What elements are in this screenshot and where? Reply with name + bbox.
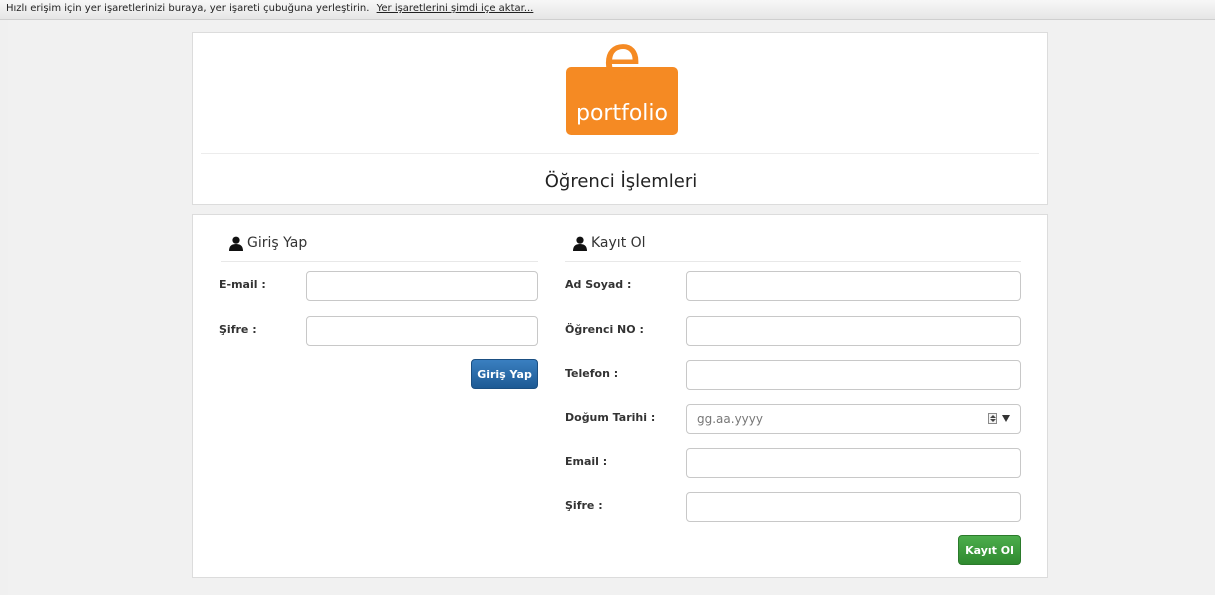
- login-button[interactable]: Giriş Yap: [471, 359, 538, 389]
- register-email-label: Email :: [565, 455, 608, 468]
- logo-letter: e: [602, 22, 642, 96]
- eportfolio-logo: e portfolio: [566, 27, 678, 135]
- login-password-label: Şifre :: [219, 323, 257, 336]
- register-birthdate-label: Doğum Tarihi :: [565, 411, 656, 424]
- user-icon: [229, 236, 243, 251]
- register-name-label: Ad Soyad :: [565, 278, 632, 291]
- login-heading: Giriş Yap: [229, 235, 307, 251]
- import-bookmarks-link[interactable]: Yer işaretlerini şimdi içe aktar...: [377, 3, 534, 14]
- header-panel: e portfolio Öğrenci İşlemleri: [192, 27, 1048, 205]
- register-email-input[interactable]: [686, 448, 1021, 478]
- birthdate-placeholder: gg.aa.yyyy: [697, 412, 763, 426]
- register-password-label: Şifre :: [565, 499, 603, 512]
- login-heading-text: Giriş Yap: [247, 235, 308, 251]
- register-heading: Kayıt Ol: [573, 235, 646, 251]
- register-password-input[interactable]: [686, 492, 1021, 522]
- page-title: Öğrenci İşlemleri: [544, 171, 698, 192]
- dropdown-arrow-icon[interactable]: [1002, 415, 1010, 422]
- spinner-icon[interactable]: [988, 413, 997, 424]
- login-email-input[interactable]: [306, 271, 538, 301]
- bookmarks-bar-message: Hızlı erişim için yer işaretlerinizi bur…: [6, 3, 370, 14]
- register-student-no-label: Öğrenci NO :: [565, 323, 644, 336]
- date-controls: [988, 413, 1010, 424]
- forms-panel: Giriş Yap E-mail : Şifre : Giriş Yap Kay…: [192, 214, 1048, 578]
- register-heading-divider: [565, 261, 1021, 262]
- user-icon: [573, 236, 587, 251]
- register-heading-text: Kayıt Ol: [591, 235, 646, 251]
- login-heading-divider: [221, 261, 538, 262]
- header-divider: [201, 153, 1039, 154]
- login-password-input[interactable]: [306, 316, 538, 346]
- register-birthdate-input[interactable]: gg.aa.yyyy: [686, 404, 1021, 434]
- bookmarks-bar: Hızlı erişim için yer işaretlerinizi bur…: [0, 0, 1215, 20]
- register-phone-input[interactable]: [686, 360, 1021, 390]
- register-student-no-input[interactable]: [686, 316, 1021, 346]
- register-phone-label: Telefon :: [565, 367, 619, 380]
- register-name-input[interactable]: [686, 271, 1021, 301]
- logo-word: portfolio: [576, 101, 668, 126]
- register-button[interactable]: Kayıt Ol: [958, 535, 1021, 565]
- login-email-label: E-mail :: [219, 278, 266, 291]
